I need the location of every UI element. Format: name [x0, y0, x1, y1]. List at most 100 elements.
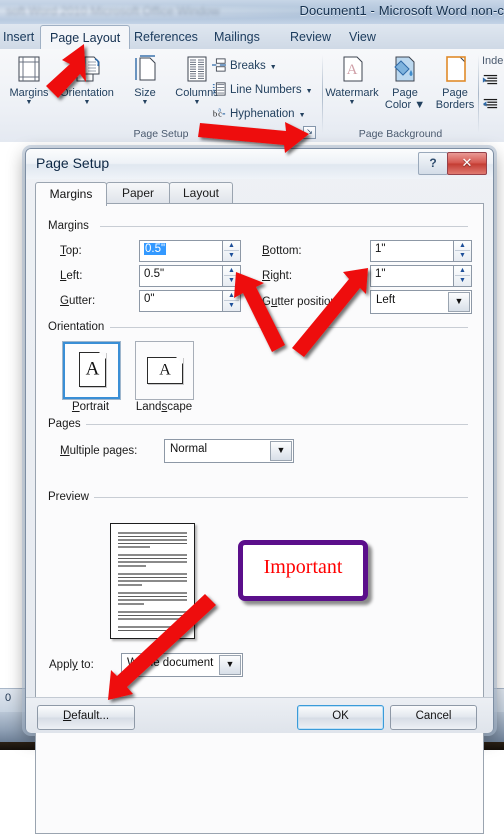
close-icon[interactable]: ✕	[447, 152, 487, 175]
gutter-spin-buttons[interactable]: ▲ ▼	[222, 291, 240, 311]
ribbon-button-breaks[interactable]: Breaks ▼	[212, 55, 277, 77]
spin-up-icon[interactable]: ▲	[454, 266, 471, 275]
gutter-position-value: Left	[376, 294, 396, 306]
line-numbers-icon	[212, 82, 226, 96]
group-divider-preview	[92, 497, 468, 498]
ribbon-button-indent-right[interactable]	[482, 97, 498, 119]
spin-down-icon[interactable]: ▼	[223, 301, 240, 310]
group-divider-margins	[100, 226, 468, 227]
word-count: 0	[5, 692, 12, 704]
chevron-down-icon[interactable]: ▼	[60, 99, 114, 107]
tab-paper[interactable]: Paper	[106, 182, 170, 205]
chevron-down-icon[interactable]: ▼	[448, 292, 470, 312]
default-button[interactable]: Default...	[37, 705, 135, 730]
label-multiple-pages: Multiple pages:	[60, 445, 138, 457]
ribbon-button-watermark[interactable]: A Watermark ▼	[325, 53, 379, 107]
spin-up-icon[interactable]: ▲	[223, 291, 240, 300]
left-margin-spin-buttons[interactable]: ▲ ▼	[222, 266, 240, 286]
chevron-down-icon[interactable]: ▼	[270, 441, 292, 461]
ribbon-button-line-numbers[interactable]: Line Numbers ▼	[212, 79, 313, 101]
dialog-title-bar[interactable]: Page Setup ? ✕	[26, 149, 493, 179]
chevron-down-icon[interactable]: ▼	[325, 99, 379, 107]
ok-button[interactable]: OK	[297, 705, 384, 730]
ribbon-button-label: Size	[134, 87, 156, 99]
bottom-margin-spinner[interactable]: 1" ▲ ▼	[370, 240, 472, 262]
ribbon-button-orientation[interactable]: Orientation ▼	[60, 53, 114, 107]
ribbon-tab-view[interactable]: View	[340, 26, 385, 49]
apply-to-value: Whole document	[127, 657, 214, 669]
page-setup-dialog: Page Setup ? ✕ Margins Paper Layout Marg…	[25, 148, 494, 834]
ribbon-group-label-page-setup: Page Setup	[133, 128, 189, 140]
cancel-button[interactable]: Cancel	[390, 705, 477, 730]
chevron-down-icon[interactable]: ▼	[306, 88, 313, 95]
apply-to-combo[interactable]: Whole document ▼	[121, 653, 243, 677]
dialog-button-bar: Default... OK Cancel	[26, 697, 493, 733]
orientation-landscape-label: Landscape	[135, 401, 193, 413]
bottom-margin-spin-buttons[interactable]: ▲ ▼	[453, 241, 471, 261]
ribbon-group-label-page-background: Page Background	[358, 128, 443, 140]
svg-text:b: b	[213, 109, 218, 119]
group-label-pages: Pages	[48, 418, 86, 430]
chevron-down-icon[interactable]: ▼	[299, 112, 306, 119]
chevron-down-icon[interactable]: ▼	[219, 655, 241, 675]
ribbon-button-indent-left[interactable]	[482, 73, 498, 95]
label-gutter: Gutter:	[60, 295, 96, 307]
left-margin-spinner[interactable]: 0.5" ▲ ▼	[139, 265, 241, 287]
right-margin-spin-buttons[interactable]: ▲ ▼	[453, 266, 471, 286]
landscape-page-icon: A	[147, 357, 183, 384]
spin-down-icon[interactable]: ▼	[454, 251, 471, 260]
chevron-down-icon[interactable]: ▼	[270, 64, 277, 71]
page-color-icon	[378, 53, 432, 87]
ribbon-tab-review[interactable]: Review	[281, 26, 340, 49]
label-gutter-position: Gutter position:	[262, 296, 341, 308]
spin-down-icon[interactable]: ▼	[223, 251, 240, 260]
orientation-portrait-label: Portrait	[71, 401, 110, 413]
page-setup-dialog-launcher[interactable]: ↘	[303, 126, 316, 139]
ribbon-group-label-indent: Inde	[482, 55, 504, 67]
ribbon-tab-page-layout[interactable]: Page Layout	[40, 25, 131, 52]
ribbon-button-page-borders[interactable]: Page Borders	[428, 53, 482, 111]
ribbon-tab-mailings[interactable]: Mailings	[205, 26, 269, 49]
svg-text:A: A	[347, 62, 358, 78]
gutter-spinner[interactable]: 0" ▲ ▼	[139, 290, 241, 312]
page-preview	[110, 523, 195, 639]
help-button[interactable]: ?	[418, 152, 448, 175]
spin-up-icon[interactable]: ▲	[223, 241, 240, 250]
spin-up-icon[interactable]: ▲	[454, 241, 471, 250]
indent-right-icon	[482, 97, 498, 111]
chevron-down-icon[interactable]: ▼	[118, 99, 172, 107]
ribbon-button-label: Watermark	[325, 87, 379, 99]
spin-down-icon[interactable]: ▼	[454, 276, 471, 285]
left-margin-value: 0.5"	[144, 268, 165, 280]
ribbon-button-page-color[interactable]: Page Color ▼	[378, 53, 432, 111]
ribbon-button-label: Margins	[9, 87, 49, 99]
top-margin-spin-buttons[interactable]: ▲ ▼	[222, 241, 240, 261]
indent-left-icon	[482, 73, 498, 87]
group-label-margins: Margins	[48, 220, 94, 232]
svg-text:a: a	[218, 107, 221, 113]
ribbon-tab-insert[interactable]: Insert	[0, 26, 43, 49]
tab-margins[interactable]: Margins	[35, 182, 107, 206]
ribbon-tab-strip: Insert Page Layout References Mailings Revie…	[0, 24, 504, 52]
ribbon-tab-references[interactable]: References	[125, 26, 207, 49]
label-bottom-margin: Bottom:	[262, 245, 302, 257]
ribbon-button-label: Hyphenation	[230, 108, 295, 120]
margins-icon	[2, 53, 56, 87]
watermark-icon: A	[325, 53, 379, 87]
bottom-margin-value: 1"	[375, 243, 386, 255]
ribbon-button-size[interactable]: Size ▼	[118, 53, 172, 107]
gutter-position-combo[interactable]: Left ▼	[370, 290, 472, 314]
ribbon-button-margins[interactable]: Margins ▼	[2, 53, 56, 107]
ribbon-group-page-setup: Page Setup Margins ▼ Orientation ▼ Size ▼ Colu…	[0, 49, 322, 142]
orientation-landscape-option[interactable]: A	[135, 341, 194, 400]
right-margin-spinner[interactable]: 1" ▲ ▼	[370, 265, 472, 287]
orientation-portrait-option[interactable]: A	[62, 341, 121, 400]
tab-layout[interactable]: Layout	[169, 182, 233, 205]
spin-up-icon[interactable]: ▲	[223, 266, 240, 275]
multiple-pages-combo[interactable]: Normal ▼	[164, 439, 294, 463]
chevron-down-icon[interactable]: ▼	[2, 99, 56, 107]
top-margin-spinner[interactable]: 0.5" ▲ ▼	[139, 240, 241, 262]
ribbon-button-label: Borders	[435, 99, 475, 111]
ribbon-button-hyphenation[interactable]: b c a Hyphenation ▼	[212, 103, 306, 125]
spin-down-icon[interactable]: ▼	[223, 276, 240, 285]
